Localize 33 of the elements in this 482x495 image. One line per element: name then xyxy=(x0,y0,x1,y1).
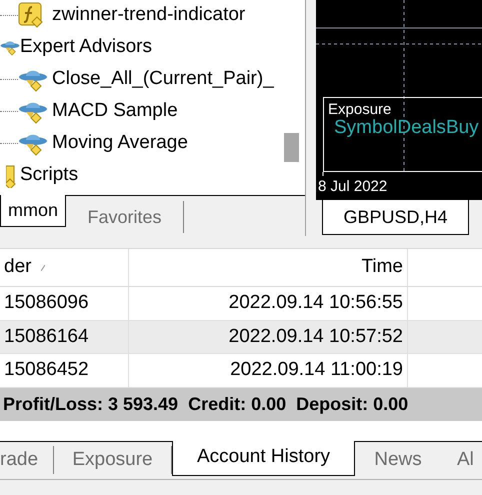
column-label: Symbol xyxy=(334,117,398,140)
table-row[interactable]: 15086096 2022.09.14 10:56:55 xyxy=(0,287,482,320)
table-cell-text: 2022.09.14 11:00:19 xyxy=(230,358,403,382)
tree-item[interactable]: Close_All_(Current_Pair)_ xyxy=(52,64,274,94)
tree-item[interactable]: Expert Advisors xyxy=(20,32,152,62)
tab[interactable]: mmon xyxy=(0,195,66,227)
tab[interactable]: GBPUSD,H4 xyxy=(322,200,469,235)
tree-item[interactable]: Moving Average xyxy=(52,128,188,158)
table-row[interactable]: 15086452 2022.09.14 11:00:19 xyxy=(0,354,482,388)
table-row[interactable]: 15086164 2022.09.14 10:57:52 xyxy=(0,320,482,354)
table-cell-text: 15086452 xyxy=(4,358,89,382)
time-label: 8 Jul 2022 xyxy=(318,177,388,197)
tree-item[interactable]: MACD Sample xyxy=(52,96,178,126)
table-cell-text: 15086096 xyxy=(4,291,89,315)
tree-item[interactable]: Scripts xyxy=(20,160,78,190)
tab[interactable]: Favorites xyxy=(66,201,184,233)
summary-text: Profit/Loss: 3 593.49 Credit: 0.00 Deposit: 0.00 xyxy=(3,392,408,416)
tab[interactable]: rade xyxy=(0,446,54,474)
table-cell-text: 2022.09.14 10:56:55 xyxy=(228,291,403,315)
tree-item[interactable]: zwinner-trend-indicator xyxy=(52,0,246,30)
sort-icon xyxy=(41,264,46,270)
column-label: Deals xyxy=(397,116,446,140)
tab[interactable]: News xyxy=(355,446,441,474)
column-header[interactable]: Time xyxy=(129,249,408,286)
subwindow-title: Exposure xyxy=(328,102,392,117)
function-icon xyxy=(18,2,44,28)
scrollbar-thumb[interactable] xyxy=(284,133,298,162)
table-cell-text: 15086164 xyxy=(4,324,89,348)
tab[interactable]: Al xyxy=(441,446,482,474)
column-label: Buy xyxy=(446,116,479,140)
table-cell-text: 2022.09.14 10:57:52 xyxy=(228,324,403,348)
column-header[interactable]: der xyxy=(0,249,129,286)
tab[interactable]: Account History xyxy=(172,440,355,476)
